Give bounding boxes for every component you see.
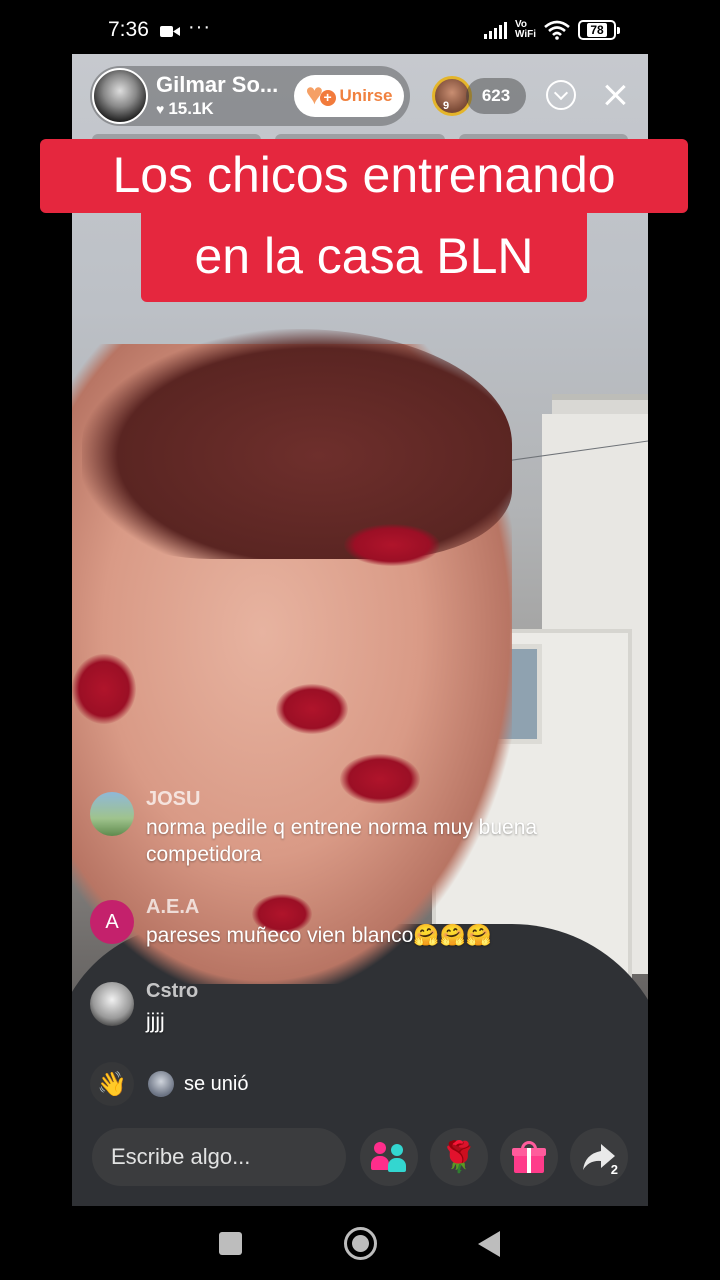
commenter-avatar[interactable]: A: [90, 900, 134, 944]
streamer-hair: [82, 329, 512, 559]
join-notification: 👋 se unió: [90, 1062, 249, 1106]
commenter-avatar[interactable]: [90, 982, 134, 1026]
system-nav-bar: [0, 1206, 720, 1280]
home-button[interactable]: [344, 1227, 377, 1260]
status-more-dots: ···: [188, 16, 211, 38]
recent-apps-button[interactable]: [219, 1232, 242, 1255]
chevron-down-circle-icon[interactable]: [546, 80, 576, 110]
waving-hand-icon[interactable]: 👋: [90, 1062, 134, 1106]
status-right-cluster: Vo WiFi 78: [483, 18, 620, 42]
back-button[interactable]: [478, 1231, 500, 1257]
comment-text: pareses muñeco vien blanco🤗🤗🤗: [146, 924, 492, 947]
multi-guest-icon: [371, 1142, 407, 1172]
viewer-count[interactable]: 623: [466, 78, 526, 114]
rose-icon: 🌹: [440, 1140, 478, 1174]
share-count: 2: [610, 1162, 618, 1177]
close-icon[interactable]: [602, 82, 628, 108]
battery-icon: 78: [578, 20, 620, 40]
status-time: 7:36: [108, 18, 149, 41]
viewer-count-value: 623: [481, 86, 511, 105]
host-likes: ♥ 15.1K: [156, 99, 214, 119]
joined-user-avatar: [148, 1071, 174, 1097]
kiss-filter-mark: [72, 654, 136, 724]
share-button[interactable]: 2: [570, 1128, 628, 1186]
gift-icon: [512, 1141, 546, 1173]
kiss-filter-mark: [344, 524, 440, 566]
heart-icon: ♥: [156, 101, 165, 117]
multi-guest-button[interactable]: [360, 1128, 418, 1186]
commenter-name[interactable]: A.E.A: [146, 896, 199, 919]
wifi-icon: [544, 20, 570, 40]
top-viewer-rank-badge: 9: [443, 100, 450, 112]
kiss-filter-mark: [340, 754, 420, 804]
comment-input[interactable]: Escribe algo...: [92, 1128, 346, 1186]
signal-bars-icon: [483, 21, 507, 39]
comment-text: norma pedile q entrene norma muy buena c…: [146, 816, 538, 866]
comment-text: jjjj: [146, 1010, 165, 1033]
gift-button[interactable]: [500, 1128, 558, 1186]
commenter-name[interactable]: JOSU: [146, 788, 200, 811]
video-camera-icon: [160, 26, 180, 37]
commenter-name[interactable]: Cstro: [146, 980, 198, 1003]
status-bar: 7:36 ··· Vo WiFi 78: [0, 0, 720, 58]
host-likes-count: 15.1K: [168, 99, 214, 118]
vowifi-label: Vo WiFi: [514, 19, 536, 40]
rose-gift-button[interactable]: 🌹: [430, 1128, 488, 1186]
host-name[interactable]: Gilmar So...: [156, 72, 278, 98]
caption-line-2: en la casa BLN: [141, 212, 587, 302]
caption-line-1: Los chicos entrenando: [40, 139, 688, 213]
kiss-filter-mark: [276, 684, 348, 734]
join-button-label: Unirse: [339, 86, 393, 105]
join-button[interactable]: Unirse: [294, 75, 404, 117]
joined-text: se unió: [184, 1072, 249, 1095]
battery-level: 78: [587, 23, 607, 37]
host-avatar[interactable]: [92, 68, 148, 124]
commenter-avatar[interactable]: [90, 792, 134, 836]
heart-plus-icon: [306, 78, 336, 112]
